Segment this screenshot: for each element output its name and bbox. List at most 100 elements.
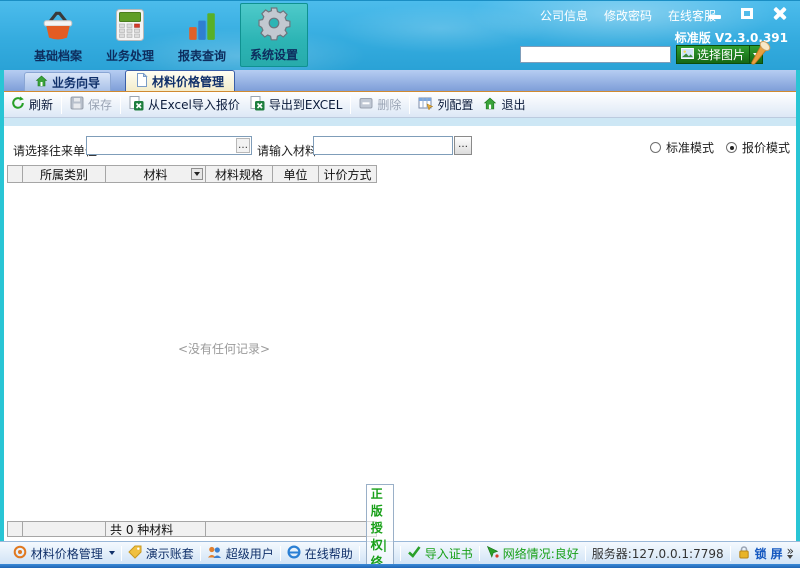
nav-item-system-settings[interactable]: 系统设置 — [240, 3, 308, 67]
tab-material-price-management[interactable]: 材料价格管理 — [125, 70, 235, 91]
exit-button[interactable]: 退出 — [478, 94, 530, 115]
column-label: 计价方式 — [323, 166, 371, 183]
main-content: 请选择往来单位 … 请输入材料 … 标准模式 报价模式 所属类别 材料 材料规格… — [4, 126, 796, 541]
column-label: 单位 — [283, 166, 307, 183]
statusbar-online-help[interactable]: 在线帮助 — [287, 545, 353, 562]
header-links: 公司信息 修改密码 在线客服 — [540, 7, 716, 24]
nav-label: 系统设置 — [250, 46, 298, 63]
statusbar-overflow-button[interactable]: » — [787, 547, 794, 559]
import-excel-button[interactable]: 从Excel导入报价 — [124, 94, 245, 116]
calculator-icon — [115, 8, 145, 45]
maximize-icon — [741, 8, 753, 19]
import-cert-label: 导入证书 — [425, 545, 473, 562]
export-excel-button[interactable]: 导出到EXCEL — [245, 94, 348, 116]
status-bar: 材料价格管理 演示账套 超级用户 — [0, 541, 800, 564]
gear-icon — [256, 5, 292, 44]
minimize-button[interactable] — [704, 6, 726, 21]
users-icon — [207, 545, 222, 562]
nav-label: 报表查询 — [178, 47, 226, 64]
target-icon — [13, 545, 27, 562]
nav-item-basic-archives[interactable]: 基础档案 — [24, 3, 92, 67]
statusbar-account[interactable]: 演示账套 — [128, 545, 194, 562]
column-header-pricing[interactable]: 计价方式 — [319, 166, 376, 182]
mode-standard-radio[interactable]: 标准模式 — [650, 139, 714, 156]
license-badge: 正版授权|终身使用 — [366, 484, 394, 568]
column-header-unit[interactable]: 单位 — [273, 166, 319, 182]
material-browse-button[interactable]: … — [454, 136, 472, 155]
delete-button[interactable]: 删除 — [354, 94, 406, 115]
user-label: 超级用户 — [226, 545, 274, 562]
refresh-icon — [11, 96, 25, 113]
nav-item-report-query[interactable]: 报表查询 — [168, 3, 236, 67]
summary-cell — [8, 522, 23, 536]
home-icon — [35, 75, 48, 90]
save-button[interactable]: 保存 — [65, 94, 117, 115]
statusbar-network[interactable]: 网络情况:良好 — [486, 545, 579, 562]
change-password-link[interactable]: 修改密码 — [604, 7, 652, 24]
window-frame-bottom — [0, 564, 800, 568]
help-label: 在线帮助 — [305, 545, 353, 562]
statusbar-separator — [200, 546, 201, 561]
window-frame-right — [796, 70, 800, 541]
unit-browse-button[interactable]: … — [236, 138, 250, 153]
material-filter-label: 请输入材料 — [257, 142, 317, 159]
delete-icon — [359, 96, 373, 113]
toolbar-separator — [350, 96, 351, 114]
material-filter-dropdown[interactable] — [191, 168, 203, 180]
toolbar-separator — [120, 96, 121, 114]
chevron-down-icon — [787, 555, 793, 559]
column-header-spec[interactable]: 材料规格 — [206, 166, 273, 182]
mode-quote-label: 报价模式 — [742, 139, 790, 156]
column-header-material[interactable]: 材料 — [106, 166, 206, 182]
summary-cell — [23, 522, 106, 536]
import-certificate-button[interactable]: 导入证书 — [407, 545, 473, 562]
checkmark-icon — [407, 545, 421, 561]
refresh-button[interactable]: 刷新 — [6, 94, 58, 115]
mode-standard-label: 标准模式 — [666, 139, 714, 156]
basket-icon — [40, 10, 76, 45]
maximize-button[interactable] — [736, 6, 758, 21]
padlock-icon — [737, 545, 751, 562]
tab-label: 材料价格管理 — [152, 73, 224, 90]
separator-band — [4, 118, 796, 126]
close-button[interactable] — [768, 6, 790, 21]
empty-records-message: <没有任何记录> — [178, 340, 270, 357]
app-window: 基础档案 业务处理 — [0, 0, 800, 568]
column-config-button[interactable]: 列配置 — [413, 94, 478, 115]
statusbar-separator — [479, 546, 480, 561]
column-label: 材料规格 — [215, 166, 263, 183]
statusbar-separator — [400, 546, 401, 561]
lock-screen-button[interactable]: 锁屏 — [737, 545, 787, 562]
statusbar-separator — [730, 546, 731, 561]
refresh-label: 刷新 — [29, 96, 53, 113]
exit-label: 退出 — [501, 96, 525, 113]
statusbar-user[interactable]: 超级用户 — [207, 545, 274, 562]
tab-business-wizard[interactable]: 业务向导 — [24, 72, 111, 91]
mode-quote-radio[interactable]: 报价模式 — [726, 139, 790, 156]
column-config-icon — [418, 96, 433, 113]
summary-label: 共 0 种材料 — [110, 521, 173, 538]
radio-checked-icon — [726, 142, 737, 153]
statusbar-separator — [585, 546, 586, 561]
close-icon — [773, 7, 786, 20]
company-info-link[interactable]: 公司信息 — [540, 7, 588, 24]
window-controls — [704, 6, 790, 21]
nav-label: 基础档案 — [34, 47, 82, 64]
nav-item-business-process[interactable]: 业务处理 — [96, 3, 164, 67]
minimize-icon — [709, 15, 721, 19]
horn-icon[interactable] — [748, 39, 774, 68]
home-icon — [483, 97, 497, 113]
import-excel-label: 从Excel导入报价 — [148, 96, 240, 113]
main-nav: 基础档案 业务处理 — [24, 3, 308, 67]
image-path-input[interactable] — [520, 46, 671, 63]
material-filter-input[interactable] — [313, 136, 453, 155]
lock-label: 锁屏 — [755, 545, 787, 562]
radio-icon — [650, 142, 661, 153]
tab-bar: 业务向导 材料价格管理 — [0, 70, 800, 91]
network-status-icon — [486, 545, 499, 561]
statusbar-module-menu[interactable]: 材料价格管理 — [13, 545, 115, 562]
column-header-category[interactable]: 所属类别 — [23, 166, 106, 182]
unit-filter-input[interactable] — [86, 136, 252, 155]
document-icon — [136, 73, 148, 90]
statusbar-separator — [359, 546, 360, 561]
